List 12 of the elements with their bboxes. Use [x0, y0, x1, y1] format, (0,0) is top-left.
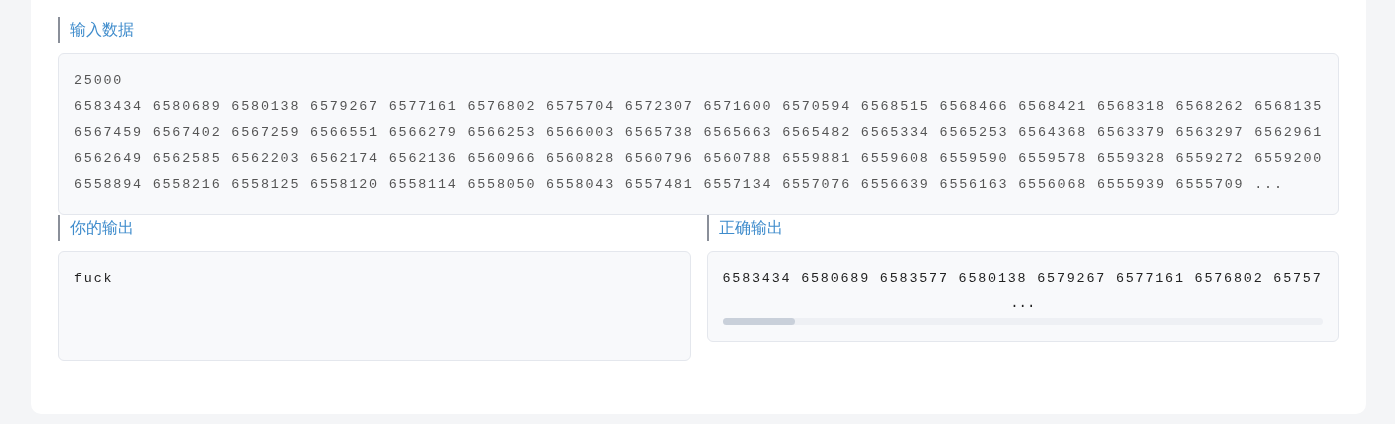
data-line: 6558894 6558216 6558125 6558120 6558114 6558050 6558043 6557481 6557134 6557076 6556639 6556163 6556068 6555939 6555709 ... — [74, 176, 1285, 194]
ellipsis-text: ... — [1010, 295, 1036, 311]
section-title: 你的输出 — [58, 215, 691, 241]
output-text: 6583434 6580689 6583577 6580138 6579267 6577161 6576802 65757 — [722, 271, 1323, 286]
data-line: 6567459 6567402 6567259 6566551 6566279 6566253 6566003 6565738 6565663 6565482 6565334 6565253 6564368 6563379 6563297 6562961 — [74, 124, 1323, 142]
section-title: 正确输出 — [706, 215, 1339, 241]
data-line: 6583434 6580689 6580138 6579267 6577161 6576802 6575704 6572307 6571600 6570594 6568515 6568466 6568421 6568318 6568262 6568135 — [74, 98, 1323, 116]
data-line: 6562649 6562585 6562203 6562174 6562136 6560966 6560828 6560796 6560788 6559881 6559608 6559590 6559578 6559328 6559272 6559200 — [74, 150, 1323, 168]
data-line: 25000 — [74, 72, 125, 90]
output-text: fuck — [74, 270, 115, 288]
scrollbar[interactable] — [722, 318, 1323, 325]
section-title: 输入数据 — [58, 17, 1339, 43]
